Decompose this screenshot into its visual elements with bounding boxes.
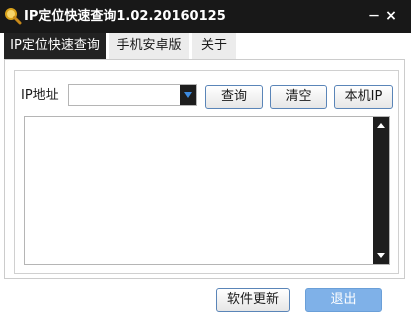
- arrow-down-icon[interactable]: [377, 253, 385, 258]
- tab-bar: IP定位快速查询 手机安卓版 关于: [0, 33, 411, 59]
- title-bar[interactable]: IP定位快速查询1.02.20160125 － ×: [0, 0, 411, 33]
- tab-ip-quick-query[interactable]: IP定位快速查询: [4, 33, 106, 59]
- query-button[interactable]: 查询: [205, 85, 263, 109]
- software-update-button[interactable]: 软件更新: [216, 288, 290, 312]
- clear-button[interactable]: 清空: [270, 85, 327, 109]
- local-ip-button[interactable]: 本机IP: [334, 85, 393, 109]
- result-box: [24, 116, 390, 265]
- tab-android-version[interactable]: 手机安卓版: [109, 33, 189, 59]
- exit-button[interactable]: 退出: [305, 288, 382, 312]
- ip-address-combobox[interactable]: [68, 84, 197, 106]
- chevron-down-icon: [184, 92, 192, 98]
- ip-address-label: IP地址: [21, 88, 59, 103]
- arrow-up-icon[interactable]: [377, 123, 385, 128]
- combo-dropdown-button[interactable]: [180, 85, 196, 105]
- magnifier-icon: [5, 8, 22, 25]
- result-scrollbar[interactable]: [373, 117, 389, 264]
- window-title: IP定位快速查询1.02.20160125: [24, 9, 226, 24]
- ip-address-input[interactable]: [69, 85, 179, 105]
- result-textarea[interactable]: [25, 117, 374, 264]
- close-button[interactable]: ×: [381, 0, 401, 33]
- tab-about[interactable]: 关于: [192, 33, 236, 59]
